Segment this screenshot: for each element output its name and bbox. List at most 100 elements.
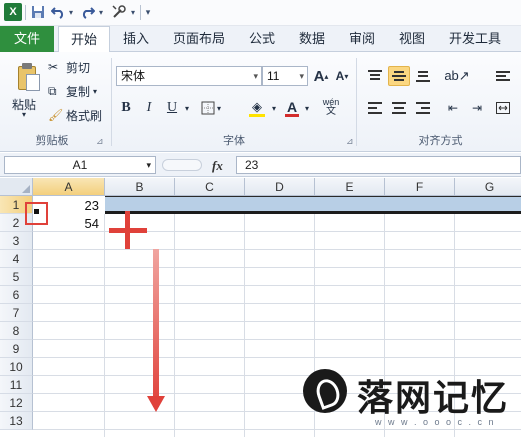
bold-button[interactable]: B	[116, 98, 136, 118]
borders-button[interactable]: ▾	[200, 98, 222, 118]
phonetic-button[interactable]: wén 文	[318, 96, 344, 118]
tab-formulas[interactable]: 公式	[240, 26, 284, 52]
dialog-launcher-icon[interactable]: ⊿	[346, 136, 354, 147]
increase-indent-button[interactable]: ⇥	[466, 98, 488, 118]
font-group-label: 字体	[223, 135, 245, 147]
tab-developer[interactable]: 开发工具	[440, 26, 510, 52]
grow-font-icon: A	[313, 67, 325, 85]
tab-data[interactable]: 数据	[290, 26, 334, 52]
column-header-f[interactable]: F	[385, 178, 455, 196]
chevron-down-icon: ▾	[253, 71, 258, 81]
shrink-font-icon: A	[335, 69, 345, 83]
chevron-down-icon[interactable]: ▾	[182, 98, 192, 118]
column-header-d[interactable]: D	[245, 178, 315, 196]
row-header-13[interactable]: 13	[0, 412, 33, 430]
fill-color-swatch	[249, 114, 265, 117]
gridline	[33, 339, 521, 340]
row-header-4[interactable]: 4	[0, 250, 33, 268]
decrease-indent-button[interactable]: ⇤	[442, 98, 464, 118]
align-center-icon	[392, 102, 406, 114]
wrap-text-icon	[496, 71, 510, 81]
underline-button[interactable]: U	[162, 98, 182, 118]
copy-button[interactable]: ⧉ 复制 ▾	[48, 82, 108, 100]
shrink-font-button[interactable]: A ▾	[333, 66, 351, 86]
column-header-b[interactable]: B	[105, 178, 175, 196]
chevron-down-icon[interactable]: ▾	[303, 98, 311, 118]
wrap-text-button[interactable]	[492, 66, 514, 86]
scissors-icon: ✂	[48, 60, 59, 74]
align-bottom-button[interactable]	[412, 66, 434, 86]
font-color-icon: A	[286, 99, 298, 115]
insert-function-icon[interactable]: fx	[212, 158, 223, 174]
tab-review[interactable]: 审阅	[340, 26, 384, 52]
align-middle-button[interactable]	[388, 66, 410, 86]
formula-bar-splitter[interactable]	[162, 159, 202, 171]
tools-icon[interactable]	[110, 3, 128, 21]
font-size-select[interactable]: 11 ▾	[262, 66, 308, 86]
chevron-down-icon: ▾	[216, 103, 221, 113]
chevron-down-icon[interactable]: ▾	[270, 98, 278, 118]
clipboard-group-label: 剪贴板	[35, 135, 69, 147]
dialog-launcher-icon[interactable]: ⊿	[96, 136, 104, 147]
font-name-select[interactable]: 宋体 ▾	[116, 66, 262, 86]
row-header-9[interactable]: 9	[0, 340, 33, 358]
row-header-11[interactable]: 11	[0, 376, 33, 394]
customize-qat-icon[interactable]: ▾	[143, 3, 153, 21]
tab-view[interactable]: 视图	[390, 26, 434, 52]
tools-dropdown-icon[interactable]: ▾	[129, 3, 137, 21]
align-top-button[interactable]	[364, 66, 386, 86]
save-icon[interactable]	[30, 3, 46, 21]
undo-dropdown-icon[interactable]: ▾	[67, 3, 75, 21]
redo-dropdown-icon[interactable]: ▾	[97, 3, 105, 21]
font-color-button[interactable]: A	[282, 96, 302, 118]
name-box[interactable]: A1 ▾	[4, 156, 156, 174]
column-header-g[interactable]: G	[455, 178, 521, 196]
align-center-button[interactable]	[388, 98, 410, 118]
row-header-5[interactable]: 5	[0, 268, 33, 286]
row-header-6[interactable]: 6	[0, 286, 33, 304]
font-size-value: 11	[267, 69, 280, 83]
row-header-7[interactable]: 7	[0, 304, 33, 322]
paste-button[interactable]: 粘贴 ▾	[4, 56, 44, 119]
drag-down-arrow-icon	[153, 249, 159, 407]
font-color-swatch	[285, 114, 299, 117]
column-header-e[interactable]: E	[315, 178, 385, 196]
cut-button[interactable]: ✂ 剪切	[48, 58, 108, 76]
row-header-3[interactable]: 3	[0, 232, 33, 250]
paint-bucket-icon: ◈	[252, 99, 262, 114]
selected-row-highlight	[33, 196, 521, 214]
row-header-10[interactable]: 10	[0, 358, 33, 376]
tab-file[interactable]: 文件	[0, 26, 54, 52]
align-left-icon	[368, 102, 382, 114]
chevron-down-icon: ▾	[146, 160, 151, 170]
row-header-8[interactable]: 8	[0, 322, 33, 340]
group-separator	[356, 58, 357, 146]
arrow-head-icon	[147, 396, 165, 412]
gridline	[33, 267, 521, 268]
column-header-c[interactable]: C	[175, 178, 245, 196]
formula-input[interactable]: 23	[236, 156, 521, 174]
align-right-button[interactable]	[412, 98, 434, 118]
column-header-a[interactable]: A	[33, 178, 105, 196]
format-painter-label: 格式刷	[66, 108, 103, 123]
undo-icon[interactable]	[50, 3, 66, 21]
excel-app-icon[interactable]: X	[4, 3, 22, 21]
tab-insert[interactable]: 插入	[114, 26, 158, 52]
italic-button[interactable]: I	[139, 98, 159, 118]
gridline	[33, 249, 521, 250]
fill-color-button[interactable]: ◈	[246, 96, 268, 118]
tab-home[interactable]: 开始	[58, 26, 110, 53]
increase-indent-icon: ⇥	[471, 101, 483, 115]
select-all-button[interactable]	[0, 178, 33, 196]
orientation-icon: ab↗	[444, 68, 470, 83]
merge-center-button[interactable]	[492, 98, 514, 118]
orientation-button[interactable]: ab↗	[442, 66, 472, 86]
format-painter-button[interactable]: 🖌 格式刷	[48, 106, 108, 124]
grow-font-button[interactable]: A ▴	[312, 66, 330, 86]
align-right-icon	[416, 102, 430, 114]
highlight-box	[25, 202, 48, 225]
redo-icon[interactable]	[80, 3, 96, 21]
row-header-12[interactable]: 12	[0, 394, 33, 412]
tab-page-layout[interactable]: 页面布局	[164, 26, 234, 52]
align-left-button[interactable]	[364, 98, 386, 118]
